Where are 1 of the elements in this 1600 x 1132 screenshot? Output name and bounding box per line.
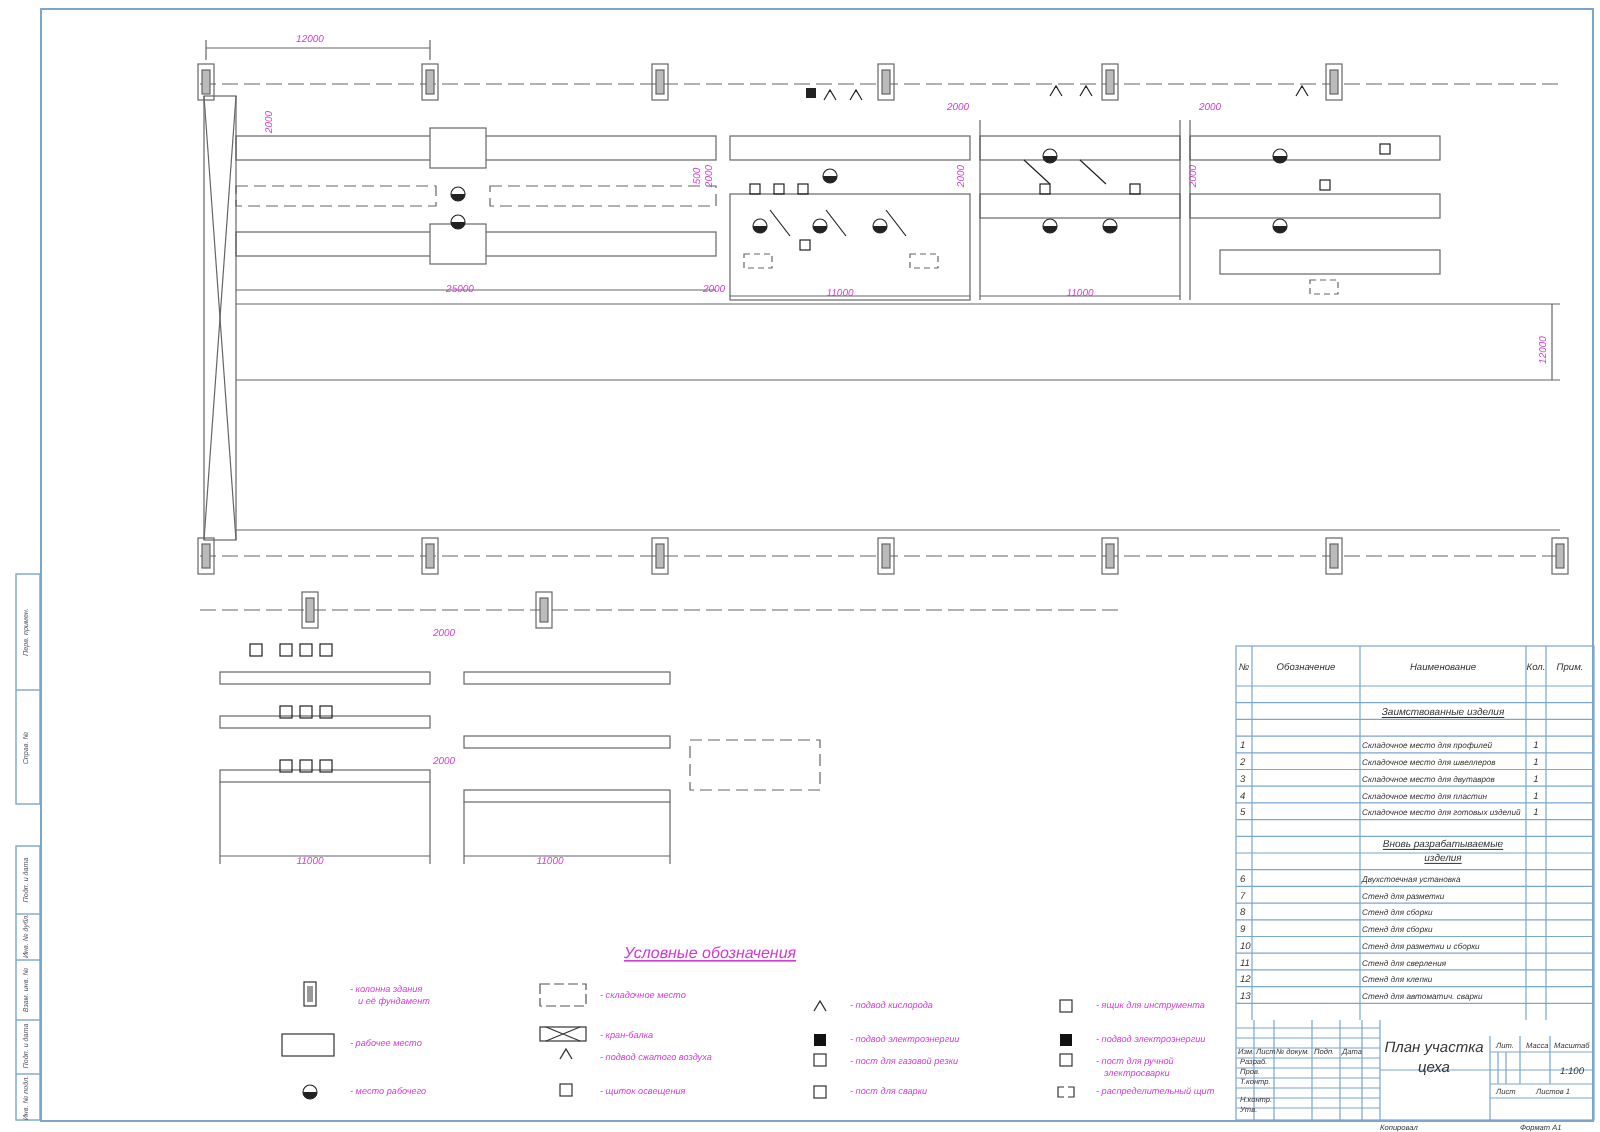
legend-title: Условные обозначения	[623, 944, 797, 962]
